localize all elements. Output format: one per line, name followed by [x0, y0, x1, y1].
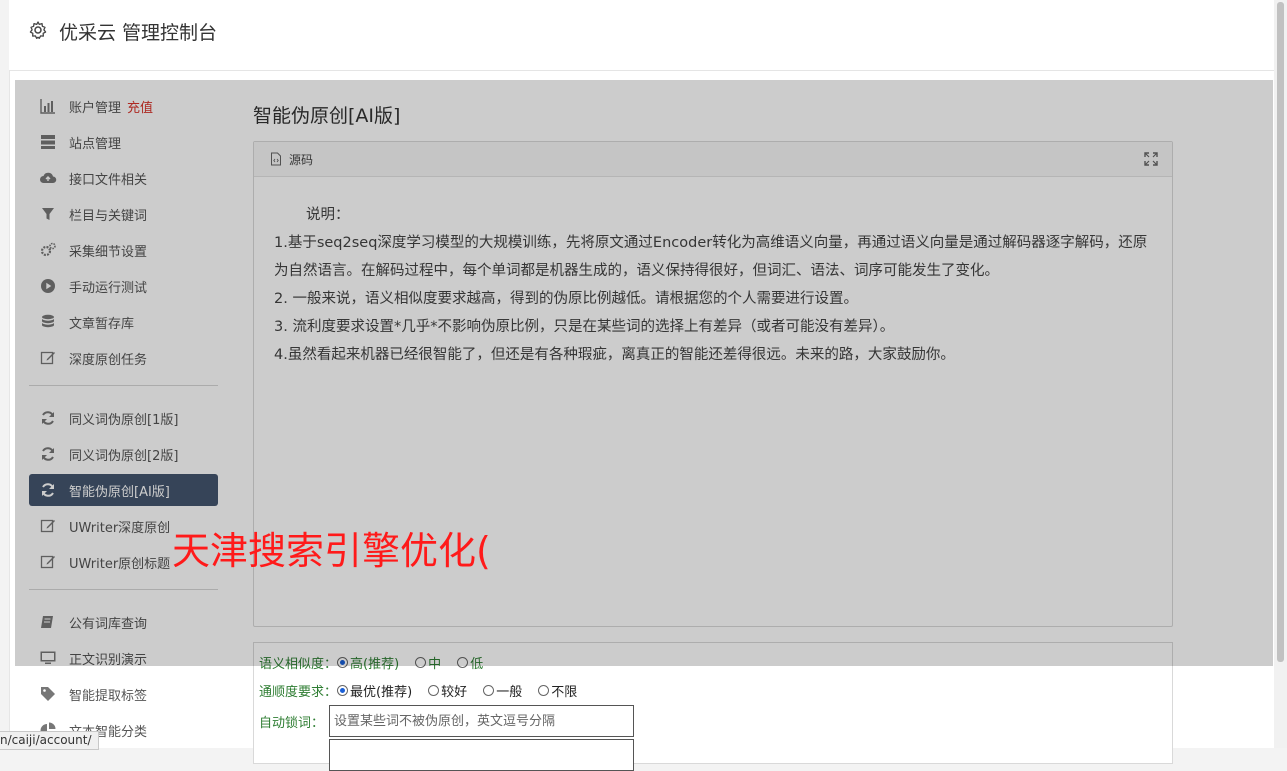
option-label: 较好	[441, 685, 468, 700]
sidebar-item-label: 采集细节设置	[69, 244, 148, 260]
option-label: 高(推荐)	[350, 657, 400, 672]
gears-icon	[40, 242, 56, 257]
option-label: 低	[470, 657, 484, 672]
sidebar-item-label: 同义词伪原创[2版]	[69, 448, 179, 464]
sidebar-item-collect-settings[interactable]: 采集细节设置	[29, 234, 218, 266]
server-icon	[41, 135, 55, 149]
panel-header-label: 源码	[289, 152, 314, 167]
sidebar-item-deep-original[interactable]: 深度原创任务	[29, 342, 218, 374]
radio-button[interactable]	[337, 685, 349, 696]
sidebar-item-manual-run[interactable]: 手动运行测试	[29, 270, 218, 302]
play-circle-icon	[41, 279, 55, 293]
panel-body: 说明： 1.基于seq2seq深度学习模型的大规模训练，先将原文通过Encode…	[254, 177, 1172, 369]
option-label: 一般	[496, 685, 523, 700]
fluency-option-any[interactable]: 不限	[538, 681, 577, 700]
sidebar-item-columns-keywords[interactable]: 栏目与关键词	[29, 198, 218, 230]
lock-words-row: 自动锁词：	[259, 705, 634, 737]
sidebar-divider	[29, 589, 218, 590]
status-bar-url: n/caiji/account/	[0, 731, 99, 750]
similarity-row: 语义相似度： 高(推荐) 中 低	[259, 653, 499, 672]
gear-icon	[29, 21, 47, 39]
sidebar-item-label: 文章暂存库	[69, 316, 135, 332]
option-label: 最优(推荐)	[350, 685, 413, 700]
radio-button[interactable]	[415, 657, 427, 668]
database-icon	[42, 314, 54, 328]
sidebar-item-article-storage[interactable]: 文章暂存库	[29, 306, 218, 338]
sidebar-item-label: 公有词库查询	[69, 616, 148, 632]
sidebar-item-label: UWriter深度原创	[69, 520, 171, 536]
sidebar-item-label: 深度原创任务	[69, 352, 148, 368]
tag-icon	[41, 687, 55, 701]
radio-button[interactable]	[428, 685, 440, 696]
lock-words-label: 自动锁词：	[259, 715, 325, 731]
option-label: 不限	[551, 685, 578, 700]
sidebar: 账户管理 充值 站点管理 接口文件相关 栏目与关键词 采集细节设置 手动运行测试…	[15, 90, 225, 750]
bar-chart-icon	[40, 99, 55, 114]
scrollbar-thumb[interactable]	[1277, 2, 1284, 662]
radio-button[interactable]	[538, 685, 550, 696]
edit-icon	[40, 555, 55, 569]
file-code-icon	[271, 152, 281, 166]
sidebar-item-smart-tags[interactable]: 智能提取标签	[29, 678, 218, 710]
app-title: 优采云 管理控制台	[59, 22, 218, 44]
recharge-link[interactable]: 充值	[127, 97, 153, 116]
filter-icon	[42, 208, 54, 220]
similarity-label: 语义相似度：	[259, 657, 338, 672]
description-line: 1.基于seq2seq深度学习模型的大规模训练，先将原文通过Encoder转化为…	[274, 235, 1148, 279]
fluency-label: 通顺度要求：	[259, 685, 338, 700]
refresh-icon	[42, 447, 54, 461]
similarity-option-low[interactable]: 低	[457, 653, 483, 672]
sidebar-item-label: 智能提取标签	[69, 688, 148, 704]
sidebar-item-text-recognition[interactable]: 正文识别演示	[29, 642, 218, 674]
edit-icon	[40, 351, 55, 365]
description-line: 4.虽然看起来机器已经很智能了，但还是有各种瑕疵，离真正的智能还差得很远。未来的…	[274, 347, 955, 363]
sidebar-item-interface-files[interactable]: 接口文件相关	[29, 162, 218, 194]
fluency-option-good[interactable]: 较好	[428, 681, 467, 700]
radio-button[interactable]	[483, 685, 495, 696]
sidebar-item-label: 手动运行测试	[69, 280, 148, 296]
refresh-icon	[42, 411, 54, 425]
watermark-text: 天津搜索引擎优化(	[172, 529, 491, 573]
fluency-row: 通顺度要求： 最优(推荐) 较好 一般 不限	[259, 681, 593, 700]
fullscreen-icon[interactable]	[1144, 152, 1158, 166]
monitor-icon	[40, 651, 56, 664]
sidebar-item-label: 账户管理	[69, 100, 122, 116]
sidebar-divider	[29, 385, 218, 386]
radio-button[interactable]	[337, 657, 349, 668]
top-header: 优采云 管理控制台	[9, 0, 1274, 71]
sidebar-item-label: 智能伪原创[AI版]	[69, 484, 170, 500]
sidebar-item-public-lexicon[interactable]: 公有词库查询	[29, 606, 218, 638]
sidebar-item-label: 同义词伪原创[1版]	[69, 412, 179, 428]
sidebar-item-label: 站点管理	[69, 136, 122, 152]
sidebar-item-label: 栏目与关键词	[69, 208, 148, 224]
panel-header: 源码	[254, 142, 1172, 177]
similarity-option-medium[interactable]: 中	[415, 653, 441, 672]
sidebar-item-label: 接口文件相关	[69, 172, 148, 188]
sidebar-item-synonym-v2[interactable]: 同义词伪原创[2版]	[29, 438, 218, 470]
second-input[interactable]	[329, 739, 634, 771]
description-line: 3. 流利度要求设置*几乎*不影响伪原比例，只是在某些词的选择上有差异（或者可能…	[274, 319, 895, 335]
refresh-icon	[42, 483, 54, 497]
fluency-option-normal[interactable]: 一般	[483, 681, 522, 700]
similarity-option-high[interactable]: 高(推荐)	[337, 653, 399, 672]
page-title: 智能伪原创[AI版]	[253, 105, 401, 127]
edit-icon	[40, 519, 55, 533]
sidebar-item-account[interactable]: 账户管理 充值	[29, 90, 218, 122]
sidebar-item-sites[interactable]: 站点管理	[29, 126, 218, 158]
book-icon	[41, 616, 53, 628]
sidebar-item-label: 正文识别演示	[69, 652, 148, 668]
fluency-option-best[interactable]: 最优(推荐)	[337, 681, 412, 700]
sidebar-item-synonym-v1[interactable]: 同义词伪原创[1版]	[29, 402, 218, 434]
option-label: 中	[428, 657, 442, 672]
settings-form: 语义相似度： 高(推荐) 中 低 通顺度要求： 最优(推荐) 较好 一般 不限 …	[253, 642, 1173, 771]
radio-button[interactable]	[457, 657, 469, 668]
lock-words-input[interactable]	[329, 705, 634, 737]
description-heading: 说明：	[306, 207, 350, 223]
sidebar-item-ai-rewrite[interactable]: 智能伪原创[AI版]	[29, 474, 218, 506]
description-line: 2. 一般来说，语义相似度要求越高，得到的伪原比例越低。请根据您的个人需要进行设…	[274, 291, 858, 307]
cloud-upload-icon	[40, 172, 57, 183]
sidebar-item-label: UWriter原创标题	[69, 556, 171, 572]
